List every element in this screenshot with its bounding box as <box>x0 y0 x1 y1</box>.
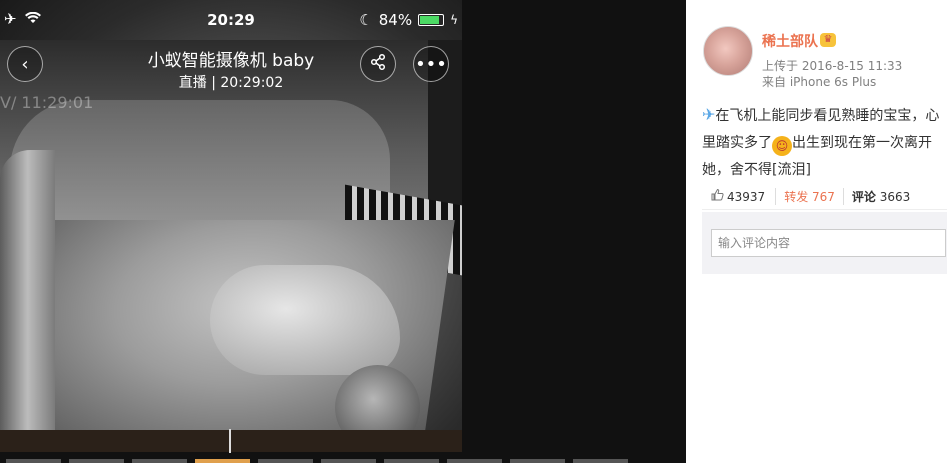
media-viewer: ✈ 20:29 ☾ 84% ϟ 小蚁智能摄像机 baby 直播 | 20:29:… <box>0 0 686 463</box>
thumbnail[interactable] <box>510 459 565 463</box>
playhead[interactable] <box>229 429 231 453</box>
comment-input[interactable] <box>711 229 946 257</box>
more-button[interactable]: ••• <box>413 46 449 82</box>
thumbnail[interactable] <box>384 459 439 463</box>
thumbnail[interactable] <box>573 459 628 463</box>
thumbnail[interactable] <box>258 459 313 463</box>
vip-badge-icon[interactable]: ♛ <box>820 33 836 47</box>
playback-timeline[interactable] <box>0 430 462 452</box>
face-emoji-icon: ☺ <box>772 136 792 156</box>
like-button[interactable]: 43937 <box>702 188 775 205</box>
phone-status-bar: ✈ 20:29 ☾ 84% ϟ <box>0 10 462 34</box>
crib-bumper <box>10 100 390 230</box>
post-text: ✈在飞机上能同步看见熟睡的宝宝，心里踏实多了 ☺ 出生到现在第一次离开她，舍不得[流… <box>702 101 947 184</box>
battery-level <box>420 16 439 24</box>
weibo-post-panel: 稀土部队 ♛ 上传于 2016-8-15 11:33 来自 iPhone 6s … <box>686 0 947 463</box>
comment-button[interactable]: 评论 3663 <box>844 188 918 205</box>
battery-icon <box>418 14 445 26</box>
blanket <box>210 265 400 375</box>
like-count: 43937 <box>727 189 766 204</box>
username-link[interactable]: 稀土部队 <box>762 31 818 51</box>
comment-box <box>702 212 947 274</box>
plane-emoji-icon: ✈ <box>702 105 716 124</box>
comment-count: 3663 <box>879 190 911 204</box>
more-icon: ••• <box>415 53 447 75</box>
live-timestamp: 直播 | 20:29:02 <box>178 75 284 91</box>
thumbnail[interactable] <box>69 459 124 463</box>
back-button[interactable]: ‹ <box>7 46 43 82</box>
thumbnail-strip <box>0 459 686 463</box>
chevron-left-icon: ‹ <box>21 53 29 75</box>
comment-label: 评论 <box>851 190 876 204</box>
battery-percent: 84% <box>378 11 413 29</box>
thumbnail-active[interactable] <box>195 459 250 463</box>
thumbnail[interactable] <box>132 459 187 463</box>
crib-left-post <box>0 150 55 452</box>
thumbnail[interactable] <box>321 459 376 463</box>
share-icon <box>369 53 387 76</box>
overlay-timestamp: V/ 11:29:01 <box>0 93 94 112</box>
avatar[interactable] <box>703 26 753 76</box>
charging-icon: ϟ <box>450 13 458 27</box>
thumbnail[interactable] <box>447 459 502 463</box>
post-actions: 43937 转发 767 评论 3663 <box>702 184 947 210</box>
moon-icon: ☾ <box>359 11 373 29</box>
thumbs-up-icon <box>711 188 724 205</box>
share-button[interactable] <box>360 46 396 82</box>
repost-button[interactable]: 转发 767 <box>775 188 844 205</box>
post-source: 来自 iPhone 6s Plus <box>762 75 877 89</box>
thumbnail[interactable] <box>6 459 61 463</box>
upload-time: 上传于 2016-8-15 11:33 <box>762 59 903 73</box>
